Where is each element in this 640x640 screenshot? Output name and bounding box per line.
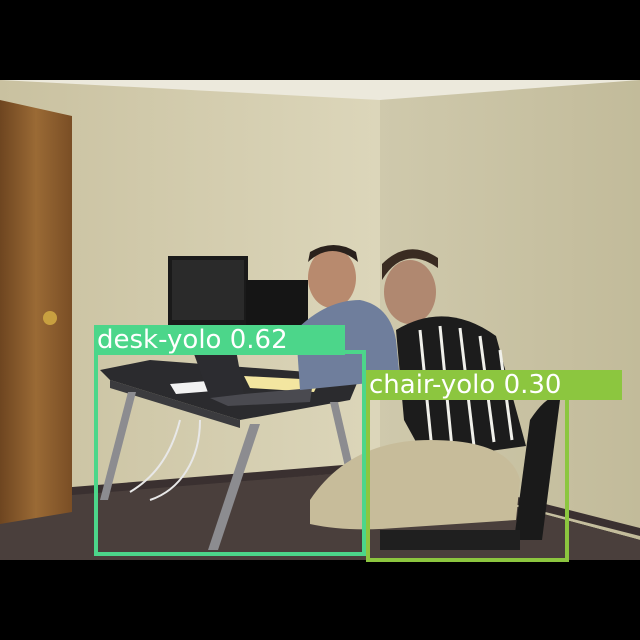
- bounding-box-chair: [366, 374, 569, 562]
- bounding-box-desk: [94, 350, 366, 556]
- label-desk: desk-yolo 0.62: [94, 325, 345, 355]
- person-head: [384, 260, 436, 324]
- door: [0, 100, 72, 524]
- door-knob: [43, 311, 57, 325]
- label-chair: chair-yolo 0.30: [366, 370, 622, 400]
- person-head: [308, 248, 356, 308]
- monitor-left-screen: [172, 260, 244, 320]
- monitor-right: [246, 280, 308, 328]
